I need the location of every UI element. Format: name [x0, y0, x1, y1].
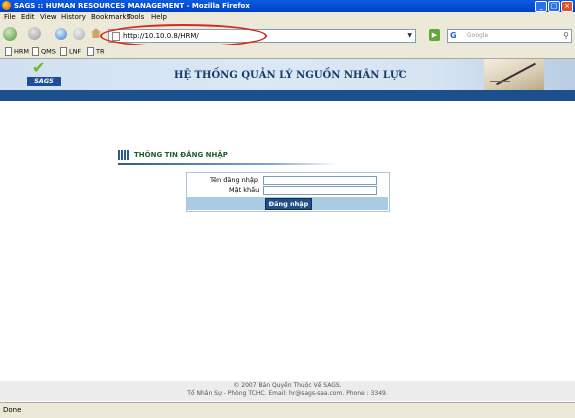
username-label: Tên đăng nhập: [210, 176, 259, 184]
bookmark-label: QMS: [41, 47, 56, 56]
page-icon: [87, 47, 94, 56]
status-bar: Done: [0, 402, 575, 418]
menu-view[interactable]: View: [40, 13, 57, 22]
menu-bookmarks[interactable]: Bookmarks: [91, 13, 130, 22]
search-icon[interactable]: ⚲: [563, 31, 569, 41]
login-button[interactable]: Đăng nhập: [265, 198, 312, 210]
maximize-button[interactable]: □: [548, 1, 560, 12]
google-icon[interactable]: G: [450, 31, 459, 40]
username-field[interactable]: [263, 176, 377, 185]
banner-title: HỆ THỐNG QUẢN LÝ NGUỒN NHÂN LỰC: [174, 70, 407, 81]
sags-logo: ✔ SAGS: [24, 60, 64, 88]
password-field[interactable]: [263, 186, 377, 195]
checkmark-icon: ✔: [32, 58, 46, 77]
password-label: Mật khẩu: [229, 186, 260, 194]
banner-band: [0, 90, 575, 101]
bookmarks-toolbar: HRM QMS LNF TR: [0, 45, 575, 59]
menu-history[interactable]: History: [61, 13, 86, 22]
pen-image: [484, 59, 544, 90]
status-text: Done: [3, 406, 22, 414]
reload-button[interactable]: [55, 28, 67, 40]
window-controls: _ □ ×: [535, 1, 573, 12]
bookmark-label: HRM: [14, 47, 30, 56]
contact-text: Tổ Nhân Sự - Phòng TCHC. Email: hr@sags-…: [187, 390, 388, 397]
login-section-title: THÔNG TIN ĐĂNG NHẬP: [134, 151, 228, 159]
search-box[interactable]: G Google ⚲: [447, 29, 572, 43]
bookmark-lnf[interactable]: LNF: [60, 47, 81, 57]
chevron-down-icon[interactable]: ▼: [407, 31, 412, 41]
window-title: SAGS :: HUMAN RESOURCES MANAGEMENT - Moz…: [14, 2, 250, 10]
close-button[interactable]: ×: [561, 1, 573, 12]
page-icon: [5, 47, 12, 56]
firefox-icon: [2, 1, 11, 10]
bookmark-label: LNF: [69, 47, 82, 56]
menu-help[interactable]: Help: [151, 13, 167, 22]
bookmark-label: TR: [96, 47, 105, 56]
go-button[interactable]: ▶: [429, 29, 440, 41]
minimize-button[interactable]: _: [535, 1, 547, 12]
section-divider: [118, 163, 338, 165]
ink-line: [490, 81, 510, 82]
bookmark-qms[interactable]: QMS: [32, 47, 56, 57]
search-placeholder: Google: [467, 32, 489, 39]
page-icon: [32, 47, 39, 56]
logo-text: SAGS: [27, 77, 61, 86]
menu-tools[interactable]: Tools: [127, 13, 144, 22]
bookmark-tr[interactable]: TR: [87, 47, 105, 57]
menu-file[interactable]: File: [4, 13, 16, 22]
menu-bar: File Edit View History Bookmarks Tools H…: [0, 12, 575, 23]
bookmark-hrm[interactable]: HRM: [5, 47, 29, 57]
back-button[interactable]: [3, 27, 17, 41]
page-icon: [60, 47, 67, 56]
stop-button[interactable]: [73, 28, 85, 40]
forward-button[interactable]: [28, 27, 41, 40]
menu-edit[interactable]: Edit: [21, 13, 35, 22]
window-titlebar: SAGS :: HUMAN RESOURCES MANAGEMENT - Moz…: [0, 0, 575, 12]
form-icon: [118, 150, 130, 160]
copyright-text: © 2007 Bản Quyền Thuộc Về SAGS.: [233, 382, 342, 389]
